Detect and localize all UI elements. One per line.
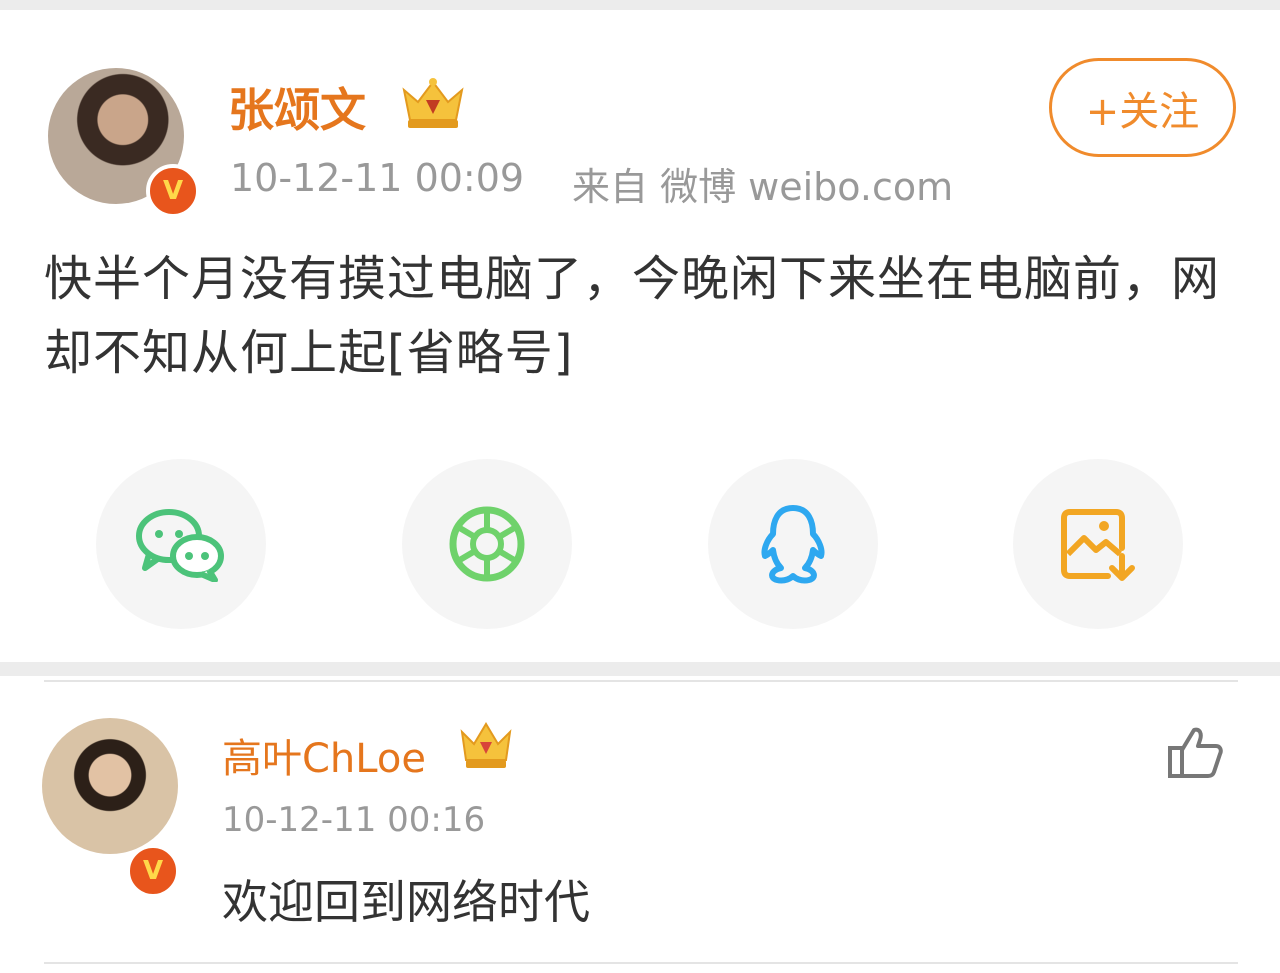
follow-button[interactable]: +关注	[1049, 58, 1236, 157]
member-crown-icon	[460, 722, 512, 768]
comment-body-text: 欢迎回到网络时代	[222, 875, 590, 929]
verified-badge: V	[126, 844, 180, 898]
avatar-photo	[42, 718, 178, 854]
post-body-text: 快半个月没有摸过电脑了，今晚闲下来坐在电脑前，网却不知从何上起[省略号]	[44, 251, 1221, 381]
comment-top-divider	[44, 680, 1238, 682]
member-crown-icon	[402, 78, 464, 128]
comment-timestamp: 10-12-11 00:16	[222, 800, 486, 840]
save-image-icon	[1061, 509, 1135, 581]
share-qq-button[interactable]	[708, 459, 878, 629]
post-author-name[interactable]: 张颂文	[228, 74, 366, 140]
post-timestamp: 10-12-11 00:09	[230, 156, 525, 200]
comment-author-name[interactable]: 高叶ChLoe	[222, 726, 426, 784]
comment-bottom-divider	[44, 962, 1238, 964]
post-source: 来自 微博 weibo.com	[572, 165, 954, 209]
comment-card: V 高叶ChLoe 10-12-11 00:16 欢迎回到网络时代	[0, 676, 1280, 973]
qq-penguin-icon	[761, 505, 825, 584]
thumbs-up-icon[interactable]	[1166, 724, 1224, 780]
verified-badge: V	[146, 164, 200, 218]
moments-shutter-icon	[449, 506, 525, 582]
share-wechat-button[interactable]	[96, 459, 266, 629]
comment-author-avatar[interactable]: V	[42, 718, 180, 898]
post-author-avatar[interactable]: V	[48, 68, 200, 218]
share-moments-button[interactable]	[402, 459, 572, 629]
wechat-icon	[136, 509, 224, 582]
post-card: V 张颂文 10-12-11 00:09 来自 微博 weibo.com +关注…	[0, 10, 1280, 662]
save-image-button[interactable]	[1013, 459, 1183, 629]
